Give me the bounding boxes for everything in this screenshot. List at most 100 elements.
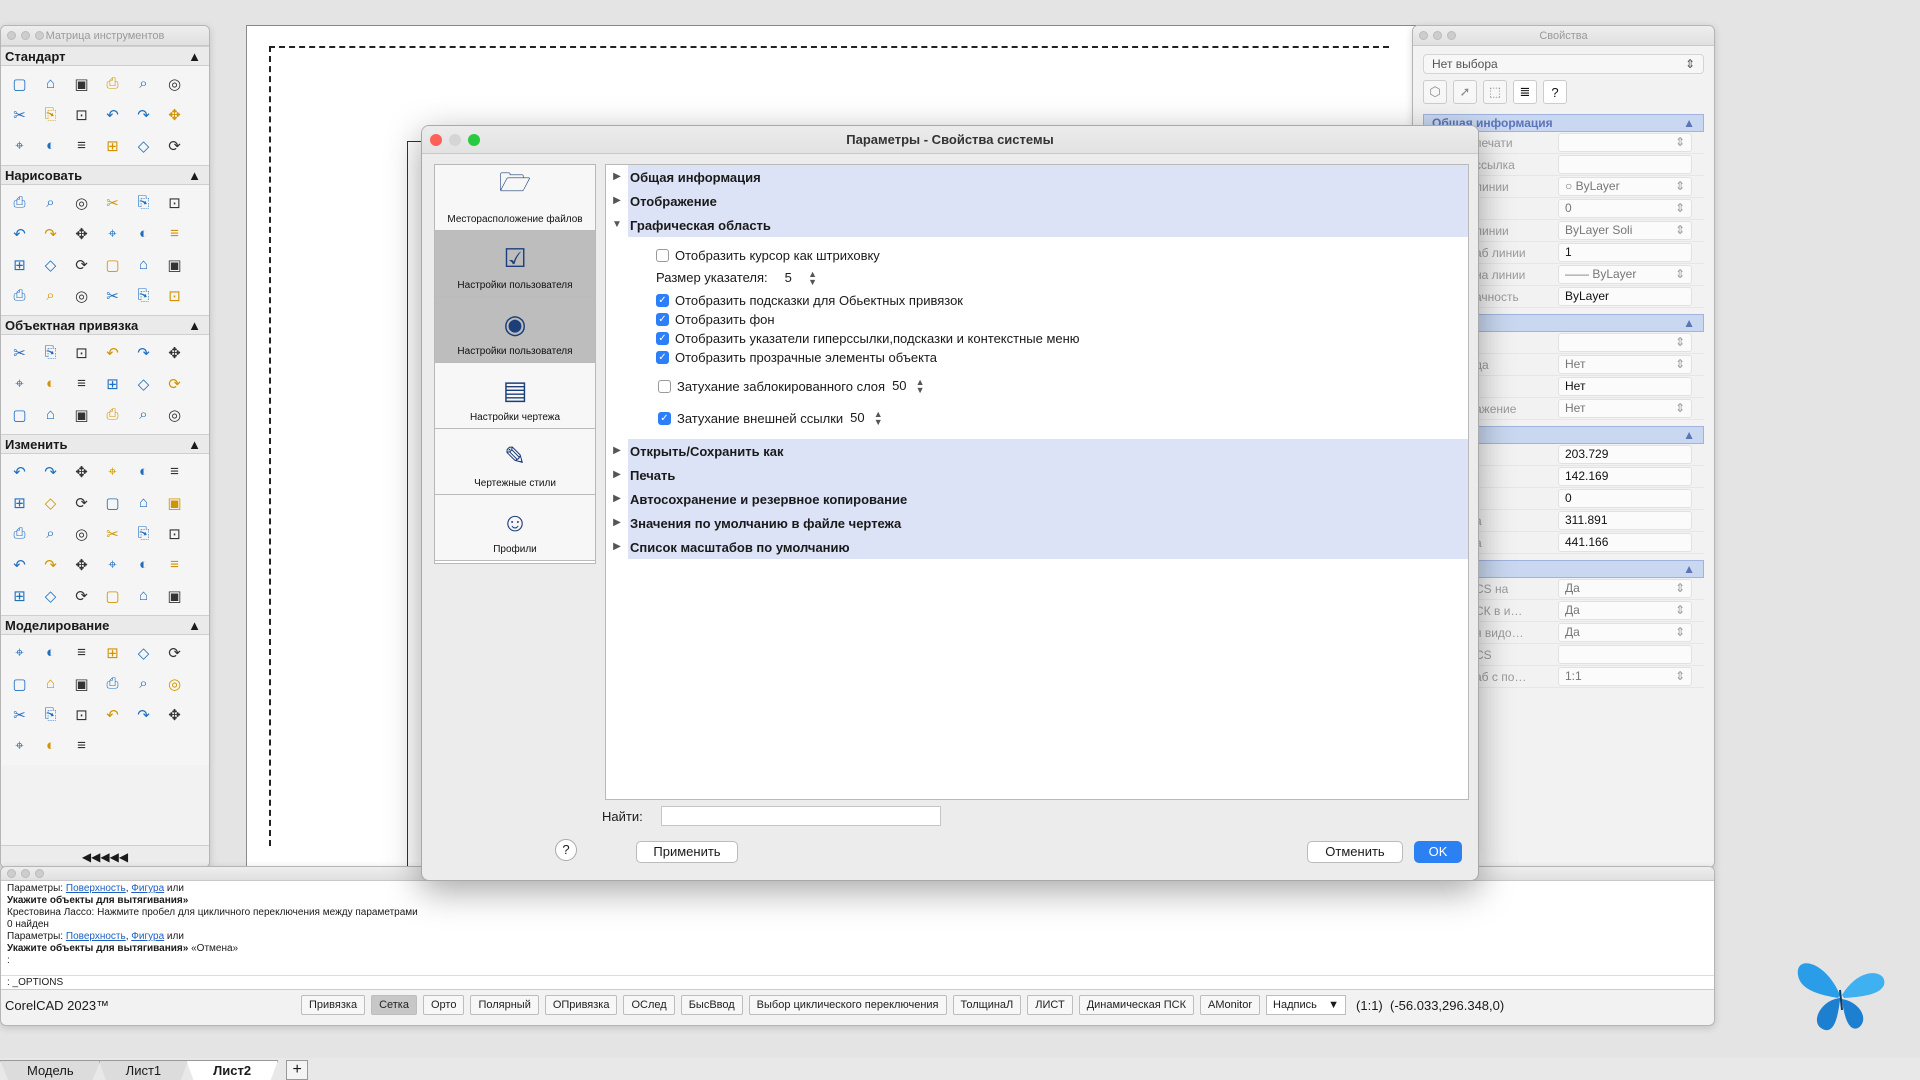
property-value[interactable]: 0 — [1558, 489, 1692, 508]
snap-node-icon[interactable]: ≡ — [66, 368, 97, 399]
tool-section-header[interactable]: Моделирование ▲ — [1, 615, 209, 635]
snap-tooltips-option[interactable]: Отобразить подсказки для Обьектных привя… — [656, 291, 1468, 310]
box-icon[interactable]: ⌖ — [4, 637, 35, 668]
property-value[interactable]: ByLayer — [1558, 287, 1692, 306]
zoom-icon[interactable] — [1447, 31, 1456, 40]
gradient-icon[interactable]: ▢ — [97, 249, 128, 280]
category-row[interactable]: ▶ Печать — [606, 463, 1468, 487]
property-dropdown[interactable]: 0 — [1558, 199, 1692, 218]
line-icon[interactable]: ⎙ — [4, 187, 35, 218]
helix-icon[interactable]: ✥ — [66, 218, 97, 249]
property-dropdown[interactable] — [1558, 133, 1692, 152]
table-icon[interactable]: ◇ — [35, 249, 66, 280]
status-toggle-button[interactable]: Привязка — [301, 995, 366, 1015]
arc-icon[interactable]: ↶ — [4, 218, 35, 249]
fade-locked-layer-checkbox[interactable] — [658, 379, 671, 393]
intersect-icon[interactable]: ⊡ — [66, 699, 97, 730]
hatch-icon[interactable]: ⟳ — [66, 249, 97, 280]
transparent-elements-option[interactable]: Отобразить прозрачные элементы объекта — [656, 348, 1468, 367]
collapse-triangle-icon[interactable]: ▲ — [188, 49, 201, 64]
zoom-window-icon[interactable]: ≡ — [66, 130, 97, 161]
collapse-triangle-icon[interactable]: ▲ — [188, 618, 201, 633]
triangle-right-icon[interactable]: ▶ — [606, 189, 628, 213]
status-toggle-button[interactable]: ТолщинаЛ — [952, 995, 1022, 1015]
sidebar-item[interactable]: ☑ Настройки пользователя — [435, 231, 595, 297]
layout-tab[interactable]: Лист2 — [186, 1060, 279, 1080]
shell-icon[interactable]: ≡ — [66, 730, 97, 761]
fade-xref-stepper[interactable]: 50 ▲ ▼ — [847, 410, 883, 427]
zoom-icon[interactable] — [35, 31, 44, 40]
redo-icon[interactable]: ⌖ — [4, 130, 35, 161]
triangle-right-icon[interactable]: ▶ — [606, 487, 628, 511]
cursor-hatch-checkbox[interactable] — [656, 249, 669, 262]
sidebar-item[interactable]: ▤ Настройки чертежа — [435, 363, 595, 429]
snap-parallel-icon[interactable]: ▢ — [4, 399, 35, 430]
status-toggle-button[interactable]: Динамическая ПСК — [1078, 995, 1194, 1015]
shape-option-link[interactable]: Фигура — [131, 883, 164, 894]
close-icon[interactable] — [7, 869, 16, 878]
close-icon[interactable] — [7, 31, 16, 40]
ray-icon[interactable]: ⌕ — [35, 187, 66, 218]
stretch-icon[interactable]: ▢ — [97, 487, 128, 518]
text-icon[interactable]: ▣ — [159, 249, 190, 280]
triangle-right-icon[interactable]: ▶ — [606, 439, 628, 463]
snap-tooltips-checkbox[interactable] — [656, 294, 669, 307]
fade-xref-value[interactable]: 50 — [847, 410, 873, 426]
cut-icon[interactable]: ⎘ — [35, 99, 66, 130]
stepper-arrows-icon[interactable]: ▲ ▼ — [873, 410, 883, 427]
print-preview-icon[interactable]: ⌕ — [128, 68, 159, 99]
transparent-elements-checkbox[interactable] — [656, 351, 669, 364]
layout-tab[interactable]: Модель — [0, 1060, 101, 1080]
find-input[interactable] — [660, 806, 941, 826]
shape-option-link[interactable]: Фигура — [131, 931, 164, 942]
blend-icon[interactable]: ⊡ — [159, 518, 190, 549]
triangle-right-icon[interactable]: ▶ — [606, 511, 628, 535]
property-value[interactable] — [1558, 645, 1692, 664]
minimize-icon[interactable] — [21, 31, 30, 40]
stepper-arrows-icon[interactable]: ▲ ▼ — [915, 378, 925, 395]
presspull-icon[interactable]: ◎ — [159, 668, 190, 699]
property-value[interactable]: 311.891 — [1558, 511, 1692, 530]
copy-icon[interactable]: ⊡ — [66, 99, 97, 130]
property-dropdown[interactable]: 1:1 — [1558, 667, 1692, 686]
minimize-icon[interactable] — [1433, 31, 1442, 40]
snap-perpendicular-icon[interactable]: ✥ — [159, 337, 190, 368]
rectangle-icon[interactable]: ✂ — [97, 187, 128, 218]
snap-toggle-icon[interactable]: ◎ — [159, 399, 190, 430]
rotate-icon[interactable]: ◇ — [35, 487, 66, 518]
snap-midpoint-icon[interactable]: ⎘ — [35, 337, 66, 368]
quick-select-icon[interactable]: ⬚ — [1483, 80, 1507, 104]
sidebar-item[interactable]: ◉ Настройки пользователя — [435, 297, 595, 363]
collapse-triangle-icon[interactable]: ▲ — [1683, 316, 1695, 330]
edit-table-icon[interactable]: ▢ — [97, 580, 128, 611]
snap-parallel2-icon[interactable]: ⌂ — [35, 399, 66, 430]
sweep-icon[interactable]: ⌕ — [128, 668, 159, 699]
edit-block-icon[interactable]: ◇ — [35, 580, 66, 611]
property-value[interactable]: 1 — [1558, 243, 1692, 262]
union-icon[interactable]: ✂ — [4, 699, 35, 730]
zoom-icon[interactable] — [35, 869, 44, 878]
snap-quadrant-icon[interactable]: ⊞ — [97, 368, 128, 399]
collapse-triangle-icon[interactable]: ▲ — [1683, 562, 1695, 576]
property-value[interactable]: 203.729 — [1558, 445, 1692, 464]
region-icon[interactable]: ⌂ — [128, 249, 159, 280]
open-folder-icon[interactable]: ⌂ — [35, 68, 66, 99]
property-dropdown[interactable]: —— ByLayer — [1558, 265, 1692, 284]
pan-icon[interactable]: ◐ — [35, 130, 66, 161]
erase-icon[interactable]: ↶ — [4, 456, 35, 487]
tool-section-header[interactable]: Изменить ▲ — [1, 434, 209, 454]
wipeout-icon[interactable]: ◎ — [66, 280, 97, 311]
property-value[interactable]: 142.169 — [1558, 467, 1692, 486]
save-icon[interactable]: ▣ — [66, 68, 97, 99]
property-dropdown[interactable] — [1558, 333, 1692, 352]
add-layout-icon[interactable]: + — [286, 1060, 309, 1080]
tool-section-header[interactable]: Стандарт ▲ — [1, 46, 209, 66]
point-cloud-icon[interactable]: ⌖ — [97, 218, 128, 249]
snap-center-icon[interactable]: ◐ — [35, 368, 66, 399]
new-file-icon[interactable]: ▢ — [4, 68, 35, 99]
property-dropdown[interactable]: Нет — [1558, 399, 1692, 418]
revcloud-icon[interactable]: ✂ — [97, 280, 128, 311]
category-row[interactable]: ▶ Отображение — [606, 189, 1468, 213]
circle-icon[interactable]: ◎ — [66, 187, 97, 218]
image-icon[interactable]: ⊡ — [159, 280, 190, 311]
